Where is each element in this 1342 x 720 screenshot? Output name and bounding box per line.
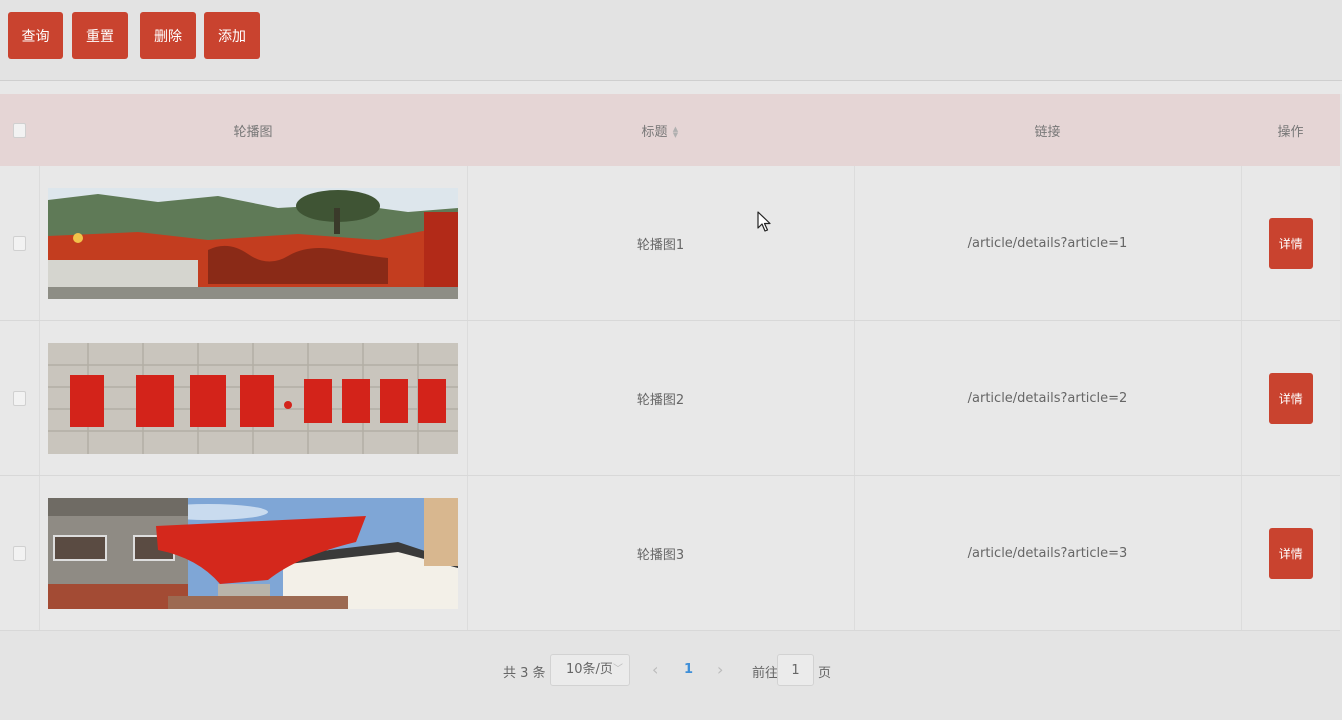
carousel-image-cell (39, 475, 468, 631)
toolbar: 查询 重置 删除 添加 (0, 0, 1342, 81)
page-size-value: 10条/页 (566, 662, 613, 677)
details-button[interactable]: 详情 (1268, 527, 1313, 579)
row-checkbox[interactable] (12, 390, 26, 406)
row-checkbox[interactable] (12, 235, 26, 251)
pagination: 共 3 条 10条/页 ﹀ ‹ 1 › 前往 页 (0, 632, 1340, 712)
next-page-icon[interactable]: › (717, 660, 723, 679)
row-select-cell (0, 320, 40, 476)
row-select-cell (0, 475, 40, 631)
title-cell: 轮播图3 (467, 475, 855, 631)
carousel-image-cell (39, 320, 468, 476)
carousel-image-red-banner-gate (47, 497, 458, 609)
toolbar-spacer (0, 81, 1342, 94)
table-row: 轮播图1 /article/details?article=1 详情 (0, 166, 1340, 321)
column-header-title-label: 标题 (641, 124, 668, 140)
mouse-cursor-icon (757, 211, 771, 232)
row-checkbox[interactable] (12, 545, 26, 561)
page-suffix-label: 页 (818, 666, 832, 681)
table-row: 轮播图3 /article/details?article=3 详情 (0, 475, 1340, 631)
goto-label: 前往 (752, 666, 779, 681)
row-select-cell (0, 166, 40, 321)
column-header-link: 链接 (854, 94, 1241, 166)
chevron-down-icon: ﹀ (613, 664, 623, 675)
action-cell: 详情 (1241, 166, 1340, 321)
link-cell: /article/details?article=3 (854, 475, 1242, 631)
add-button[interactable]: 添加 (204, 12, 260, 59)
details-button[interactable]: 详情 (1268, 217, 1313, 269)
column-header-title[interactable]: 标题 ▲ ▼ (467, 94, 854, 166)
page-number-current[interactable]: 1 (684, 662, 693, 677)
carousel-image-stone-wall-sign (47, 342, 458, 454)
carousel-table: 轮播图 标题 ▲ ▼ 链接 操作 轮播图1 /article/details?a… (0, 94, 1340, 631)
pagination-total: 共 3 条 (503, 666, 546, 681)
column-header-action: 操作 (1241, 94, 1340, 166)
link-cell: /article/details?article=2 (854, 320, 1242, 476)
goto-page-input[interactable] (777, 654, 814, 686)
table-header-row: 轮播图 标题 ▲ ▼ 链接 操作 (0, 94, 1340, 166)
link-cell: /article/details?article=1 (854, 166, 1242, 321)
delete-button[interactable]: 删除 (140, 12, 196, 59)
query-button[interactable]: 查询 (8, 12, 63, 59)
action-cell: 详情 (1241, 475, 1340, 631)
select-all-checkbox[interactable] (13, 122, 26, 138)
column-header-image: 轮播图 (39, 94, 467, 166)
action-cell: 详情 (1241, 320, 1340, 476)
prev-page-icon[interactable]: ‹ (652, 660, 658, 679)
carousel-image-red-wall-mural (47, 187, 458, 299)
page-size-select[interactable]: 10条/页 ﹀ (550, 654, 630, 686)
table-row: 轮播图2 /article/details?article=2 详情 (0, 320, 1340, 476)
sort-caret-icon[interactable]: ▲ ▼ (672, 126, 680, 139)
select-all-cell (0, 94, 39, 166)
carousel-image-cell (39, 166, 468, 321)
title-cell: 轮播图2 (467, 320, 855, 476)
details-button[interactable]: 详情 (1268, 372, 1313, 424)
reset-button[interactable]: 重置 (72, 12, 128, 59)
title-cell: 轮播图1 (467, 166, 855, 321)
